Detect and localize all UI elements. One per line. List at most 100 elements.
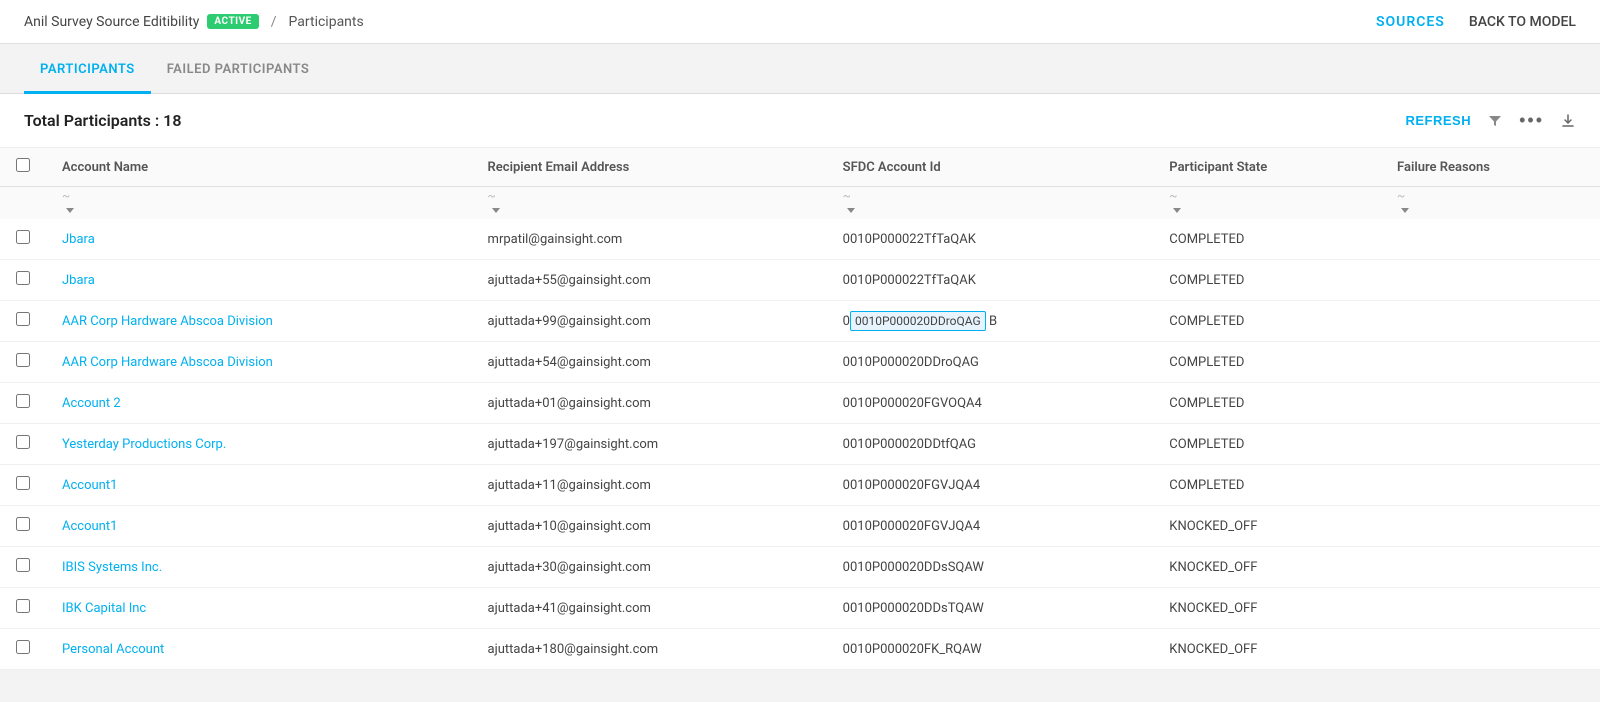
sfdc-id-cell: 0010P000020FGVOQA4 (827, 383, 1154, 424)
participant-state-cell: COMPLETED (1153, 465, 1381, 506)
sort-caret-email (492, 208, 500, 213)
table-row: Jbaraajuttada+55@gainsight.com0010P00002… (0, 260, 1600, 301)
account-name-link[interactable]: Account 2 (62, 396, 121, 411)
participant-state-cell: KNOCKED_OFF (1153, 588, 1381, 629)
participants-table: Account Name Recipient Email Address SFD… (0, 148, 1600, 670)
account-name-link[interactable]: Account1 (62, 478, 117, 493)
row-checkbox[interactable] (16, 312, 30, 326)
toolbar-actions: REFRESH ••• (1405, 110, 1576, 131)
failure-reasons-cell (1381, 219, 1600, 260)
row-checkbox[interactable] (16, 271, 30, 285)
account-name-link[interactable]: IBIS Systems Inc. (62, 560, 162, 575)
account-name-link[interactable]: Jbara (62, 273, 95, 288)
table-row: Personal Account ajuttada+180@gainsight.c… (0, 629, 1600, 670)
filter-icon (1487, 113, 1503, 129)
download-button[interactable] (1560, 113, 1576, 129)
row-checkbox[interactable] (16, 476, 30, 490)
row-checkbox[interactable] (16, 394, 30, 408)
table-row: Jbara mrpatil@gainsight.com0010P000022TfT… (0, 219, 1600, 260)
sfdc-id-cell: 0010P000020DDsSQAW (827, 547, 1154, 588)
sort-caret-sfdc (847, 208, 855, 213)
tab-bar: PARTICIPANTS FAILED PARTICIPANTS (0, 44, 1600, 94)
col-header-checkbox (0, 148, 46, 187)
row-checkbox[interactable] (16, 640, 30, 654)
table-row: Account1ajuttada+11@gainsight.com0010P00… (0, 465, 1600, 506)
failure-reasons-cell (1381, 301, 1600, 342)
select-all-checkbox[interactable] (16, 158, 30, 172)
table-row: Yesterday Productions Corp.ajuttada+197@… (0, 424, 1600, 465)
active-badge: ACTIVE (207, 14, 258, 29)
table-row: AAR Corp Hardware Abscoa Divisionajuttad… (0, 342, 1600, 383)
download-icon (1560, 113, 1576, 129)
top-bar: Anil Survey Source Editibility ACTIVE / … (0, 0, 1600, 44)
row-checkbox[interactable] (16, 435, 30, 449)
participant-state-cell: COMPLETED (1153, 342, 1381, 383)
tab-participants[interactable]: PARTICIPANTS (24, 48, 151, 94)
breadcrumb-separator: / (271, 14, 277, 30)
toolbar-row: Total Participants : 18 REFRESH ••• (0, 94, 1600, 148)
email-cell: ajuttada+10@gainsight.com (472, 506, 827, 547)
table-row: Account 2ajuttada+01@gainsight.com0010P0… (0, 383, 1600, 424)
email-cell: ajuttada+180@gainsight.com (472, 629, 827, 670)
col-header-state: Participant State (1153, 148, 1381, 187)
sort-caret-failure (1401, 208, 1409, 213)
tab-failed-participants[interactable]: FAILED PARTICIPANTS (151, 48, 326, 94)
table-row: Account1ajuttada+10@gainsight.com0010P00… (0, 506, 1600, 547)
col-header-sfdc-id: SFDC Account Id (827, 148, 1154, 187)
sfdc-id-cell: 00010P000020DDroQAG B (827, 301, 1154, 342)
table-body: Jbara mrpatil@gainsight.com0010P000022TfT… (0, 219, 1600, 670)
participant-state-cell: COMPLETED (1153, 424, 1381, 465)
failure-reasons-cell (1381, 588, 1600, 629)
email-cell: ajuttada+99@gainsight.com (472, 301, 827, 342)
more-options-button[interactable]: ••• (1519, 110, 1544, 131)
failure-reasons-cell (1381, 260, 1600, 301)
main-content: Total Participants : 18 REFRESH ••• (0, 94, 1600, 670)
sfdc-id-cell: 0010P000022TfTaQAK (827, 219, 1154, 260)
sort-caret-account (66, 208, 74, 213)
table-container: Account Name Recipient Email Address SFD… (0, 148, 1600, 670)
sources-link[interactable]: SOURCES (1376, 14, 1445, 30)
participant-state-cell: KNOCKED_OFF (1153, 547, 1381, 588)
account-name-link[interactable]: Jbara (62, 232, 95, 247)
model-name: Anil Survey Source Editibility (24, 14, 199, 30)
row-checkbox[interactable] (16, 517, 30, 531)
refresh-button[interactable]: REFRESH (1405, 113, 1471, 128)
email-cell: mrpatil@gainsight.com (472, 219, 827, 260)
failure-reasons-cell (1381, 383, 1600, 424)
row-checkbox[interactable] (16, 558, 30, 572)
account-name-link[interactable]: AAR Corp Hardware Abscoa Division (62, 355, 273, 370)
col-header-email: Recipient Email Address (472, 148, 827, 187)
row-checkbox[interactable] (16, 353, 30, 367)
failure-reasons-cell (1381, 342, 1600, 383)
failure-reasons-cell (1381, 424, 1600, 465)
account-name-link[interactable]: IBK Capital Inc (62, 601, 146, 616)
sfdc-id-cell: 0010P000020FGVJQA4 (827, 465, 1154, 506)
top-bar-actions: SOURCES BACK TO MODEL (1376, 14, 1576, 30)
row-checkbox[interactable] (16, 599, 30, 613)
failure-reasons-cell (1381, 629, 1600, 670)
failure-reasons-cell (1381, 506, 1600, 547)
participant-state-cell: COMPLETED (1153, 260, 1381, 301)
sfdc-id-cell: 0010P000020DDtfQAG (827, 424, 1154, 465)
table-row: IBIS Systems Inc. ajuttada+30@gainsight.c… (0, 547, 1600, 588)
participant-state-cell: KNOCKED_OFF (1153, 506, 1381, 547)
sfdc-id-cell: 0010P000020DDroQAG (827, 342, 1154, 383)
filter-button[interactable] (1487, 113, 1503, 129)
account-name-link[interactable]: Account1 (62, 519, 117, 534)
account-name-link[interactable]: Yesterday Productions Corp. (62, 437, 226, 452)
row-checkbox[interactable] (16, 230, 30, 244)
table-row: AAR Corp Hardware Abscoa Division ajuttad… (0, 301, 1600, 342)
account-name-link[interactable]: Personal Account (62, 642, 164, 657)
breadcrumb: Anil Survey Source Editibility ACTIVE / … (24, 14, 364, 30)
col-header-account-name: Account Name (46, 148, 472, 187)
sfdc-id-cell: 0010P000022TfTaQAK (827, 260, 1154, 301)
email-cell: ajuttada+41@gainsight.com (472, 588, 827, 629)
sfdc-id-cell: 0010P000020FK_RQAW (827, 629, 1154, 670)
col-header-failure: Failure Reasons (1381, 148, 1600, 187)
failure-reasons-cell (1381, 547, 1600, 588)
back-to-model-link[interactable]: BACK TO MODEL (1469, 14, 1576, 30)
email-cell: ajuttada+30@gainsight.com (472, 547, 827, 588)
highlighted-sfdc-id: 0010P000020DDroQAG (850, 311, 986, 331)
account-name-link[interactable]: AAR Corp Hardware Abscoa Division (62, 314, 273, 329)
total-participants-label: Total Participants : 18 (24, 111, 181, 130)
